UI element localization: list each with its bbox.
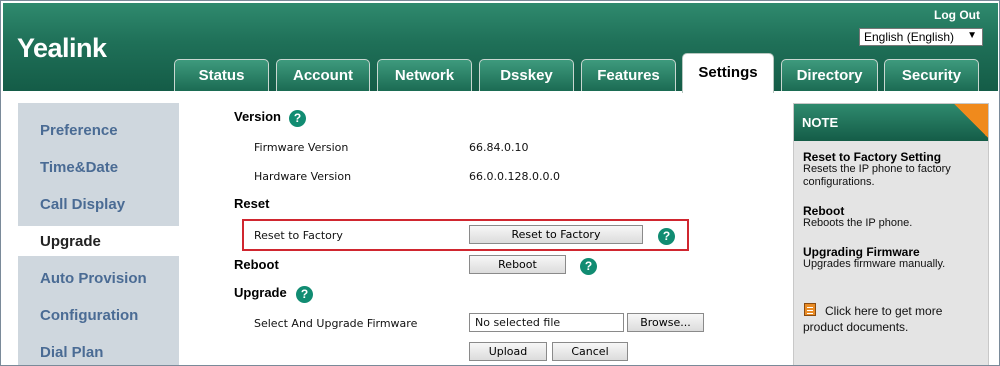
tab-account[interactable]: Account xyxy=(276,59,370,91)
tab-features[interactable]: Features xyxy=(581,59,676,91)
reboot-button[interactable]: Reboot xyxy=(469,255,566,274)
sidebar-item-preference[interactable]: Preference xyxy=(40,122,118,139)
product-documents-link[interactable]: Click here to get more product documents… xyxy=(803,303,983,335)
upgrade-section-title: Upgrade xyxy=(234,285,287,300)
chevron-down-icon: ▼ xyxy=(967,30,977,41)
hardware-version-value: 66.0.0.128.0.0.0 xyxy=(469,170,560,183)
note-text-reboot: Reboots the IP phone. xyxy=(803,217,913,229)
app-window: Yealink Log Out English (English) ▼ Stat… xyxy=(0,0,1000,366)
tab-settings[interactable]: Settings xyxy=(682,53,774,93)
note-title-reset: Reset to Factory Setting xyxy=(803,150,942,164)
sidebar-item-auto-provision[interactable]: Auto Provision xyxy=(40,270,147,287)
reset-to-factory-button[interactable]: Reset to Factory xyxy=(469,225,643,244)
tab-dsskey[interactable]: Dsskey xyxy=(479,59,574,91)
note-corner-fold xyxy=(954,104,988,138)
select-upgrade-firmware-label: Select And Upgrade Firmware xyxy=(254,317,418,330)
firmware-version-value: 66.84.0.10 xyxy=(469,141,529,154)
note-text-reset: Resets the IP phone to factory configura… xyxy=(803,163,951,188)
language-select-value: English (English) xyxy=(864,30,955,44)
note-title-upgrading: Upgrading Firmware xyxy=(803,245,920,259)
firmware-file-input[interactable]: No selected file xyxy=(469,313,624,332)
version-section-title: Version xyxy=(234,109,281,124)
browse-button[interactable]: Browse... xyxy=(627,313,704,332)
tab-security[interactable]: Security xyxy=(884,59,979,91)
hardware-version-label: Hardware Version xyxy=(254,170,352,183)
tab-directory[interactable]: Directory xyxy=(781,59,878,91)
firmware-version-label: Firmware Version xyxy=(254,141,349,154)
logout-link[interactable]: Log Out xyxy=(934,8,980,22)
sidebar-item-upgrade[interactable]: Upgrade xyxy=(40,233,101,250)
upgrade-help-icon[interactable]: ? xyxy=(296,286,313,303)
reset-to-factory-label: Reset to Factory xyxy=(254,229,343,242)
note-text-upgrading: Upgrades firmware manually. xyxy=(803,258,946,270)
header-bar: Yealink Log Out English (English) ▼ Stat… xyxy=(3,3,998,93)
tab-network[interactable]: Network xyxy=(377,59,472,91)
sidebar-item-configuration[interactable]: Configuration xyxy=(40,307,138,324)
reset-section-title: Reset xyxy=(234,196,270,211)
upload-button[interactable]: Upload xyxy=(469,342,547,361)
yealink-logo: Yealink xyxy=(17,33,107,63)
sidebar-item-call-display[interactable]: Call Display xyxy=(40,196,125,213)
tab-status[interactable]: Status xyxy=(174,59,269,91)
version-help-icon[interactable]: ? xyxy=(289,110,306,127)
reboot-label: Reboot xyxy=(234,257,279,272)
sidebar-item-dial-plan[interactable]: Dial Plan xyxy=(40,344,103,361)
language-select[interactable]: English (English) ▼ xyxy=(859,28,983,46)
note-title-reboot: Reboot xyxy=(803,204,845,218)
reboot-help-icon[interactable]: ? xyxy=(580,258,597,275)
reset-help-icon[interactable]: ? xyxy=(658,228,675,245)
sidebar-item-time-date[interactable]: Time&Date xyxy=(40,159,118,176)
cancel-button[interactable]: Cancel xyxy=(552,342,628,361)
